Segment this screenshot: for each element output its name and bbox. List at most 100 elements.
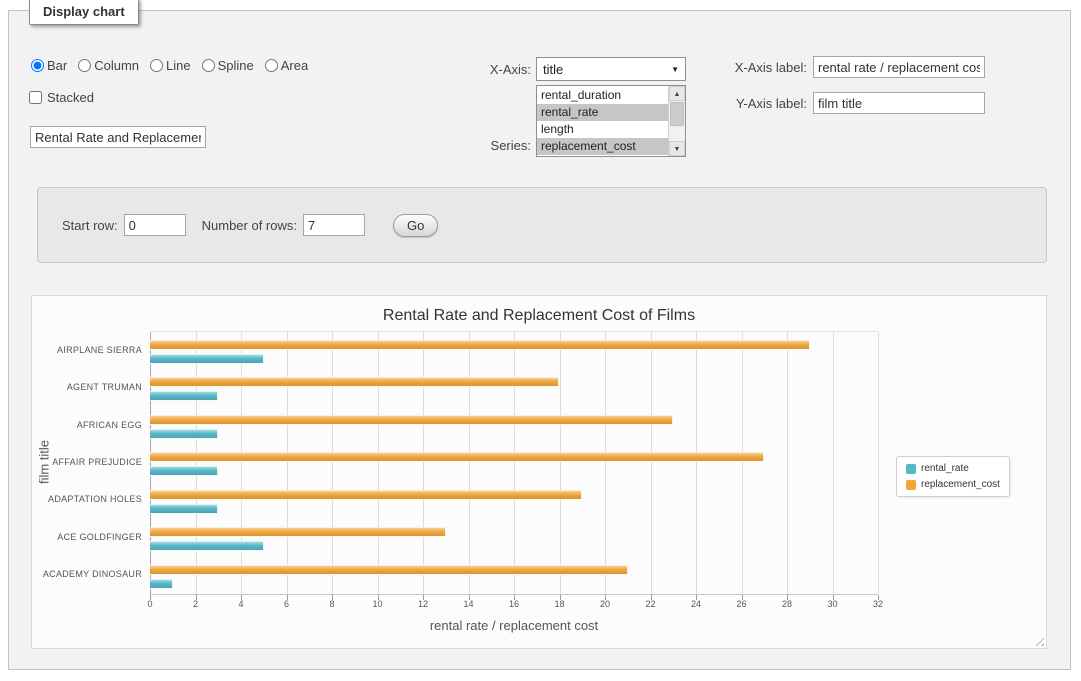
y-axis-line bbox=[150, 332, 151, 594]
stacked-option[interactable]: Stacked bbox=[29, 90, 94, 105]
bar-rental-rate bbox=[150, 354, 264, 364]
start-row-label: Start row: bbox=[62, 218, 118, 233]
series-option-replacement-cost[interactable]: replacement_cost bbox=[537, 138, 668, 155]
chart-type-radio-bar[interactable] bbox=[31, 59, 44, 72]
chart-type-option-line[interactable]: Line bbox=[150, 58, 191, 73]
num-rows-label: Number of rows: bbox=[202, 218, 297, 233]
x-gridline bbox=[241, 332, 242, 594]
bar-replacement-cost bbox=[150, 527, 446, 537]
legend-label: replacement_cost bbox=[921, 479, 1000, 490]
x-tick-label: 22 bbox=[645, 599, 655, 609]
x-gridline bbox=[651, 332, 652, 594]
chart-legend: rental_rate replacement_cost bbox=[896, 456, 1010, 497]
chart-type-option-spline[interactable]: Spline bbox=[202, 58, 254, 73]
bar-replacement-cost bbox=[150, 340, 810, 350]
x-tick-label: 20 bbox=[600, 599, 610, 609]
stacked-checkbox[interactable] bbox=[29, 91, 42, 104]
legend-item-replacement-cost[interactable]: replacement_cost bbox=[906, 479, 1000, 490]
chart-type-radio-spline[interactable] bbox=[202, 59, 215, 72]
bar-rental-rate bbox=[150, 429, 218, 439]
chart-type-option-bar[interactable]: Bar bbox=[31, 58, 67, 73]
panel-title: Display chart bbox=[29, 0, 139, 25]
page: Display chart Bar Column Line Spline Area St… bbox=[0, 0, 1081, 681]
go-button[interactable]: Go bbox=[393, 214, 438, 237]
scroll-down-icon[interactable]: ▼ bbox=[669, 141, 685, 156]
bar-rental-rate bbox=[150, 466, 218, 476]
chart-type-option-label: Bar bbox=[47, 58, 67, 73]
x-tick-label: 30 bbox=[827, 599, 837, 609]
bar-rental-rate bbox=[150, 504, 218, 514]
chart-type-option-area[interactable]: Area bbox=[265, 58, 308, 73]
bar-rental-rate bbox=[150, 579, 173, 589]
legend-swatch-replacement-cost bbox=[906, 480, 916, 490]
x-tick-label: 0 bbox=[147, 599, 152, 609]
stacked-label: Stacked bbox=[47, 90, 94, 105]
category-label: ACE GOLDFINGER bbox=[32, 532, 142, 542]
category-label: AGENT TRUMAN bbox=[32, 382, 142, 392]
chart-type-radios: Bar Column Line Spline Area bbox=[31, 58, 308, 73]
bar-replacement-cost bbox=[150, 490, 582, 500]
plot-area bbox=[150, 331, 878, 595]
x-tick-label: 32 bbox=[873, 599, 883, 609]
chart-type-radio-line[interactable] bbox=[150, 59, 163, 72]
chart-type-option-label: Line bbox=[166, 58, 191, 73]
chart-type-radio-area[interactable] bbox=[265, 59, 278, 72]
x-tick-label: 24 bbox=[691, 599, 701, 609]
legend-item-rental-rate[interactable]: rental_rate bbox=[906, 463, 1000, 474]
bar-replacement-cost bbox=[150, 452, 764, 462]
x-gridline bbox=[787, 332, 788, 594]
x-axis-field-label: X-Axis: bbox=[431, 62, 531, 77]
x-tick-label: 12 bbox=[418, 599, 428, 609]
x-gridline bbox=[287, 332, 288, 594]
x-gridline bbox=[423, 332, 424, 594]
x-gridline bbox=[196, 332, 197, 594]
x-tick-label: 10 bbox=[372, 599, 382, 609]
num-rows-input[interactable] bbox=[303, 214, 365, 236]
chart-title-input[interactable] bbox=[30, 126, 206, 148]
x-axis-label-input[interactable] bbox=[813, 56, 985, 78]
bar-rental-rate bbox=[150, 391, 218, 401]
x-gridline bbox=[833, 332, 834, 594]
x-gridline bbox=[696, 332, 697, 594]
start-row-input[interactable] bbox=[124, 214, 186, 236]
bar-replacement-cost bbox=[150, 415, 673, 425]
x-tick-label: 26 bbox=[736, 599, 746, 609]
category-labels: AIRPLANE SIERRA AGENT TRUMAN AFRICAN EGG AF… bbox=[32, 331, 142, 593]
row-range-panel: Start row: Number of rows: Go bbox=[37, 187, 1047, 263]
x-axis-ticks: 02468101214161820222426283032 bbox=[150, 599, 878, 611]
bar-replacement-cost bbox=[150, 377, 559, 387]
series-field: Series: rental_durationrental_ratelength… bbox=[431, 85, 686, 157]
category-label: AFFAIR PREJUDICE bbox=[32, 457, 142, 467]
x-axis-field: X-Axis: title ▼ bbox=[431, 57, 686, 81]
y-axis-label-input[interactable] bbox=[813, 92, 985, 114]
legend-label: rental_rate bbox=[921, 463, 969, 474]
x-gridline bbox=[469, 332, 470, 594]
x-gridline bbox=[605, 332, 606, 594]
bar-replacement-cost bbox=[150, 565, 628, 575]
bar-rental-rate bbox=[150, 541, 264, 551]
legend-swatch-rental-rate bbox=[906, 464, 916, 474]
y-axis-label-field: Y-Axis label: bbox=[649, 92, 985, 114]
series-field-label: Series: bbox=[431, 138, 531, 157]
category-label: AFRICAN EGG bbox=[32, 420, 142, 430]
chart-type-option-column[interactable]: Column bbox=[78, 58, 139, 73]
x-gridline bbox=[560, 332, 561, 594]
category-label: ADAPTATION HOLES bbox=[32, 494, 142, 504]
x-gridline bbox=[878, 332, 879, 594]
category-label: ACADEMY DINOSAUR bbox=[32, 569, 142, 579]
x-tick-label: 8 bbox=[329, 599, 334, 609]
x-gridline bbox=[742, 332, 743, 594]
chart-type-option-label: Column bbox=[94, 58, 139, 73]
category-label: AIRPLANE SIERRA bbox=[32, 345, 142, 355]
x-axis-select-value: title bbox=[543, 62, 563, 77]
x-tick-label: 6 bbox=[284, 599, 289, 609]
resize-handle-icon[interactable] bbox=[1032, 634, 1044, 646]
x-tick-label: 28 bbox=[782, 599, 792, 609]
series-option-length[interactable]: length bbox=[537, 121, 668, 138]
x-tick-label: 18 bbox=[554, 599, 564, 609]
y-axis-label-label: Y-Axis label: bbox=[649, 96, 807, 111]
x-axis-label-field: X-Axis label: bbox=[649, 56, 985, 78]
x-axis-label-label: X-Axis label: bbox=[649, 60, 807, 75]
chart-type-radio-column[interactable] bbox=[78, 59, 91, 72]
x-gridline bbox=[378, 332, 379, 594]
